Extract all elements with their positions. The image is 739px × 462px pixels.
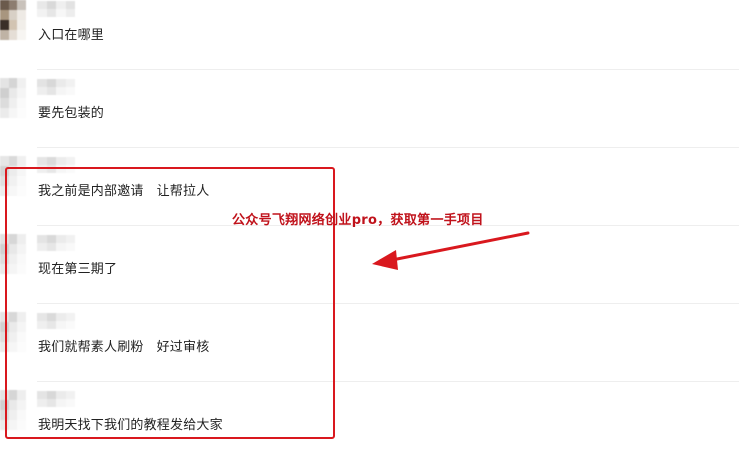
watermark-text: 公众号飞翔网络创业pro，获取第一手项目 xyxy=(232,213,484,228)
